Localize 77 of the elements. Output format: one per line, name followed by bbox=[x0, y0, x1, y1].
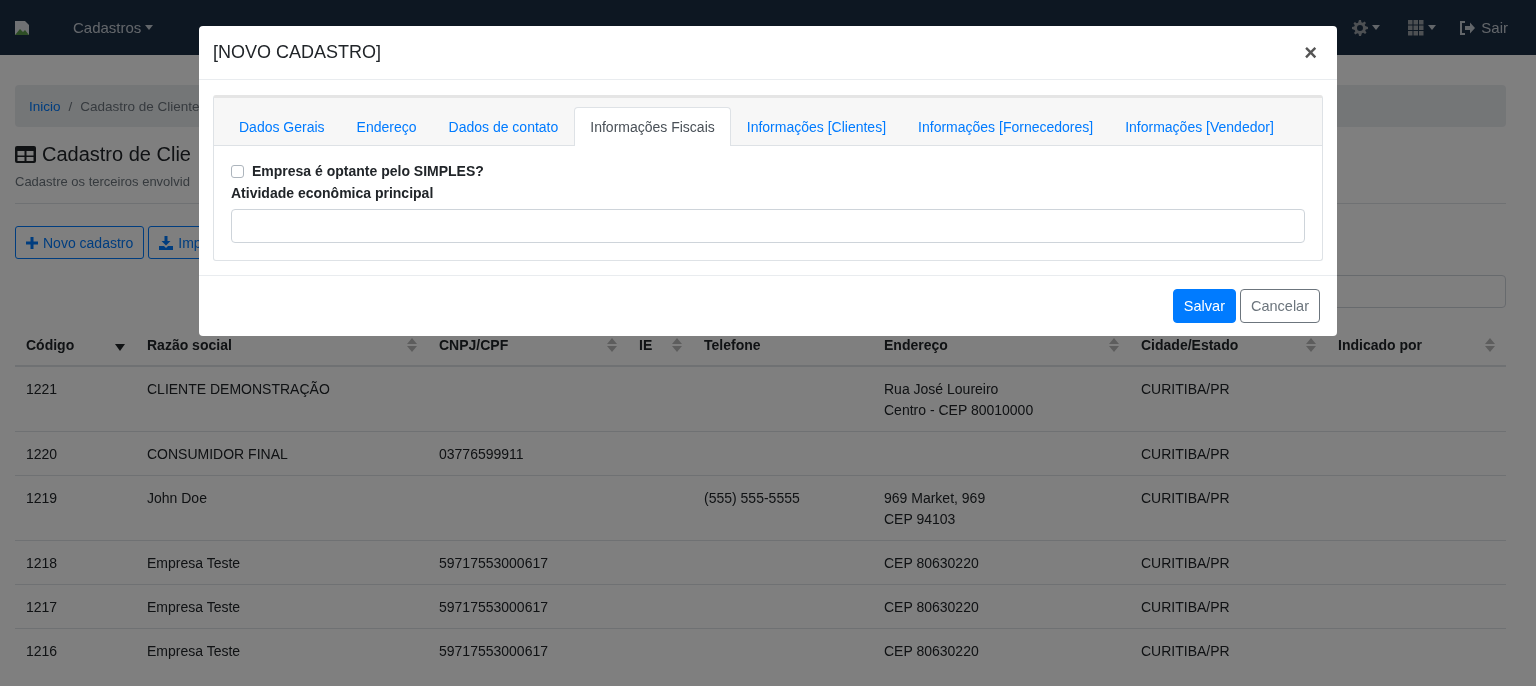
table-cell: CURITIBA/PR bbox=[1141, 490, 1230, 506]
table-cell-text: Rua José Loureiro bbox=[884, 380, 1000, 399]
sort-icon[interactable] bbox=[672, 338, 682, 352]
page-subtitle: Cadastre os terceiros envolvid bbox=[15, 174, 190, 189]
caret-icon bbox=[1428, 25, 1437, 30]
sort-icon[interactable] bbox=[1109, 338, 1119, 352]
tab[interactable]: Informações [Clientes] bbox=[730, 107, 903, 146]
table-cell: 1221 bbox=[26, 381, 58, 397]
table-cell: CLIENTE DEMONSTRAÇÃO bbox=[147, 381, 330, 397]
sort-icon[interactable] bbox=[607, 338, 617, 352]
table-cell: 59717553000617 bbox=[439, 599, 548, 615]
table-cell: CONSUMIDOR FINAL bbox=[147, 446, 288, 462]
table-cell: CURITIBA/PR bbox=[1141, 599, 1230, 615]
table-cell: 03776599911 bbox=[439, 446, 524, 462]
gear-icon[interactable] bbox=[1352, 19, 1369, 36]
input-field[interactable] bbox=[231, 209, 1305, 243]
column-header: Código bbox=[26, 337, 75, 353]
checkbox[interactable] bbox=[231, 164, 244, 178]
cancel-button[interactable]: Cancelar bbox=[1239, 289, 1320, 323]
table-cell: CEP 80630220 bbox=[884, 643, 979, 659]
table-icon bbox=[15, 146, 36, 163]
table-cell: CEP 80630220 bbox=[884, 555, 979, 571]
table-cell: 1219 bbox=[26, 490, 58, 506]
checkbox-label: Empresa é optante pelo SIMPLES? bbox=[252, 163, 484, 179]
column-header: IE bbox=[639, 337, 653, 353]
action-button[interactable]: Novo cadastro bbox=[15, 226, 145, 259]
table-cell: 1220 bbox=[26, 446, 58, 462]
caret-icon bbox=[1372, 25, 1381, 30]
breadcrumb-item: Cadastro de Cliente bbox=[80, 98, 200, 114]
nav-menu[interactable]: Cadastros bbox=[58, 19, 169, 36]
table-cell: 59717553000617 bbox=[439, 555, 548, 571]
sign-out-icon bbox=[1460, 20, 1476, 35]
table-cell: 1218 bbox=[26, 555, 58, 571]
sort-icon[interactable] bbox=[1485, 338, 1495, 352]
table-cell-text: 969 Market, 969 bbox=[884, 489, 987, 508]
table-cell: CURITIBA/PR bbox=[1141, 555, 1230, 571]
breadcrumb-item[interactable]: Inicio bbox=[29, 98, 61, 114]
save-button[interactable]: Salvar bbox=[1172, 289, 1236, 323]
table-cell: Empresa Teste bbox=[147, 599, 241, 615]
table-cell: CURITIBA/PR bbox=[1141, 381, 1230, 397]
tab[interactable]: Dados Gerais bbox=[223, 107, 341, 146]
column-header: Razão social bbox=[147, 337, 232, 353]
table-cell: (555) 555-5555 bbox=[704, 490, 800, 506]
column-header: Indicado por bbox=[1338, 337, 1422, 353]
column-header: Telefone bbox=[704, 337, 761, 353]
broken-image-icon[interactable] bbox=[14, 19, 30, 36]
table-cell: CURITIBA/PR bbox=[1141, 643, 1230, 659]
table-cell: John Doe bbox=[147, 490, 207, 506]
sort-icon[interactable] bbox=[1306, 338, 1316, 352]
tab[interactable]: Endereço bbox=[340, 107, 433, 146]
field-label: Atividade econômica principal bbox=[231, 185, 434, 201]
grid-icon[interactable] bbox=[1408, 19, 1425, 36]
tab[interactable]: Dados de contato bbox=[432, 107, 575, 146]
table-cell: Empresa Teste bbox=[147, 643, 241, 659]
plus-icon bbox=[26, 236, 38, 249]
breadcrumb-separator: / bbox=[68, 98, 73, 114]
tab[interactable]: Informações [Fornecedores] bbox=[902, 107, 1110, 146]
table-cell: CURITIBA/PR bbox=[1141, 446, 1230, 462]
column-header: Endereço bbox=[884, 337, 948, 353]
table-cell: CEP 80630220 bbox=[884, 599, 979, 615]
column-header: CNPJ/CPF bbox=[439, 337, 509, 353]
table-cell: 59717553000617 bbox=[439, 643, 548, 659]
table-cell-text: Centro - CEP 80010000 bbox=[884, 401, 1035, 420]
table-cell: 1216 bbox=[26, 643, 58, 659]
close-button[interactable]: × bbox=[1298, 39, 1323, 66]
tab[interactable]: Informações Fiscais bbox=[574, 107, 731, 146]
table-cell-text: CEP 94103 bbox=[884, 510, 957, 529]
download-icon bbox=[159, 235, 174, 250]
table-cell: 1217 bbox=[26, 599, 58, 615]
column-header: Cidade/Estado bbox=[1141, 337, 1239, 353]
tab[interactable]: Informações [Vendedor] bbox=[1109, 107, 1290, 146]
table-cell: Empresa Teste bbox=[147, 555, 241, 571]
page-title: Cadastro de Clie bbox=[42, 143, 191, 166]
logout-link[interactable]: Sair bbox=[1450, 19, 1522, 36]
caret-icon bbox=[145, 25, 154, 30]
sort-icon[interactable] bbox=[407, 338, 417, 352]
modal-title: [NOVO CADASTRO] bbox=[213, 42, 382, 63]
